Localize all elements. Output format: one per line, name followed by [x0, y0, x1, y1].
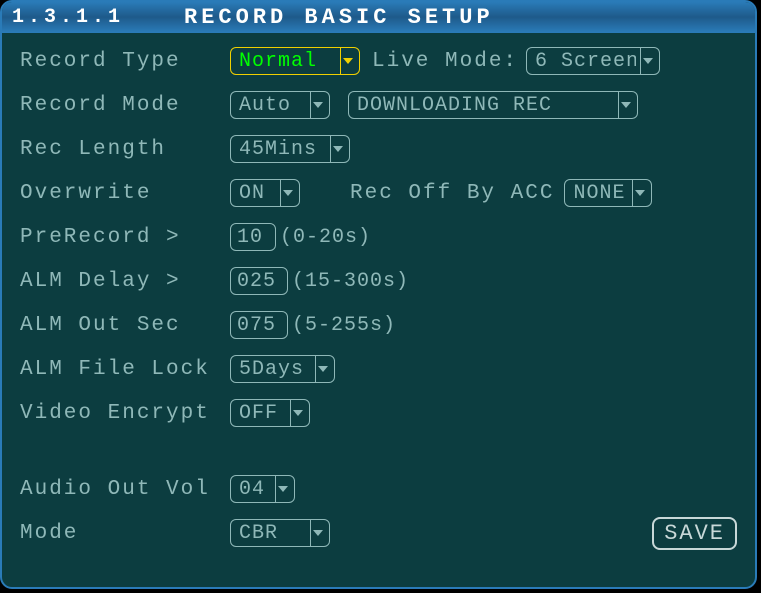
rec-off-by-acc-label: Rec Off By ACC: [350, 182, 554, 205]
video-encrypt-label: Video Encrypt: [20, 402, 230, 425]
downloading-dropdown[interactable]: DOWNLOADING REC: [348, 91, 638, 119]
chevron-down-icon: [640, 48, 655, 74]
audio-out-vol-label: Audio Out Vol: [20, 478, 230, 501]
rec-length-dropdown[interactable]: 45Mins: [230, 135, 350, 163]
prerecord-input[interactable]: 10: [230, 223, 276, 251]
chevron-down-icon: [280, 180, 295, 206]
live-mode-dropdown[interactable]: 6 Screen: [526, 47, 660, 75]
chevron-down-icon: [340, 48, 355, 74]
content-area: Record Type Normal Live Mode: 6 Screen R…: [2, 33, 755, 587]
chevron-down-icon: [275, 476, 290, 502]
alm-delay-input[interactable]: 025: [230, 267, 288, 295]
live-mode-label: Live Mode:: [372, 50, 518, 73]
chevron-down-icon: [632, 180, 647, 206]
record-type-dropdown[interactable]: Normal: [230, 47, 360, 75]
overwrite-label: Overwrite: [20, 182, 230, 205]
video-encrypt-value: OFF: [239, 402, 286, 425]
chevron-down-icon: [310, 520, 325, 546]
record-mode-value: Auto: [239, 94, 306, 117]
chevron-down-icon: [618, 92, 633, 118]
rec-off-by-acc-dropdown[interactable]: NONE: [564, 179, 652, 207]
alm-file-lock-value: 5Days: [239, 358, 311, 381]
record-setup-window: 1.3.1.1 RECORD BASIC SETUP Record Type N…: [0, 0, 757, 589]
alm-out-sec-hint: (5-255s): [292, 314, 396, 337]
prerecord-label: PreRecord >: [20, 226, 230, 249]
chevron-down-icon: [310, 92, 325, 118]
titlebar: 1.3.1.1 RECORD BASIC SETUP: [2, 2, 755, 33]
rec-length-value: 45Mins: [239, 138, 326, 161]
audio-out-vol-value: 04: [239, 478, 271, 501]
mode-label: Mode: [20, 522, 230, 545]
chevron-down-icon: [290, 400, 305, 426]
version-number: 1.3.1.1: [12, 6, 124, 29]
alm-delay-value: 025: [237, 270, 276, 293]
alm-out-sec-value: 075: [237, 314, 276, 337]
rec-length-label: Rec Length: [20, 138, 230, 161]
chevron-down-icon: [315, 356, 330, 382]
rec-off-by-acc-value: NONE: [573, 182, 628, 205]
alm-file-lock-label: ALM File Lock: [20, 358, 230, 381]
page-title: RECORD BASIC SETUP: [184, 5, 494, 30]
downloading-value: DOWNLOADING REC: [357, 94, 614, 117]
alm-delay-label: ALM Delay >: [20, 270, 230, 293]
chevron-down-icon: [330, 136, 345, 162]
mode-dropdown[interactable]: CBR: [230, 519, 330, 547]
record-type-label: Record Type: [20, 50, 230, 73]
live-mode-value: 6 Screen: [535, 50, 636, 73]
prerecord-hint: (0-20s): [280, 226, 371, 249]
save-button[interactable]: SAVE: [652, 517, 737, 550]
alm-out-sec-input[interactable]: 075: [230, 311, 288, 339]
record-mode-label: Record Mode: [20, 94, 230, 117]
video-encrypt-dropdown[interactable]: OFF: [230, 399, 310, 427]
audio-out-vol-dropdown[interactable]: 04: [230, 475, 295, 503]
alm-out-sec-label: ALM Out Sec: [20, 314, 230, 337]
alm-delay-hint: (15-300s): [292, 270, 409, 293]
record-mode-dropdown[interactable]: Auto: [230, 91, 330, 119]
alm-file-lock-dropdown[interactable]: 5Days: [230, 355, 335, 383]
overwrite-dropdown[interactable]: ON: [230, 179, 300, 207]
overwrite-value: ON: [239, 182, 276, 205]
record-type-value: Normal: [239, 50, 336, 73]
mode-value: CBR: [239, 522, 306, 545]
prerecord-value: 10: [237, 226, 263, 249]
